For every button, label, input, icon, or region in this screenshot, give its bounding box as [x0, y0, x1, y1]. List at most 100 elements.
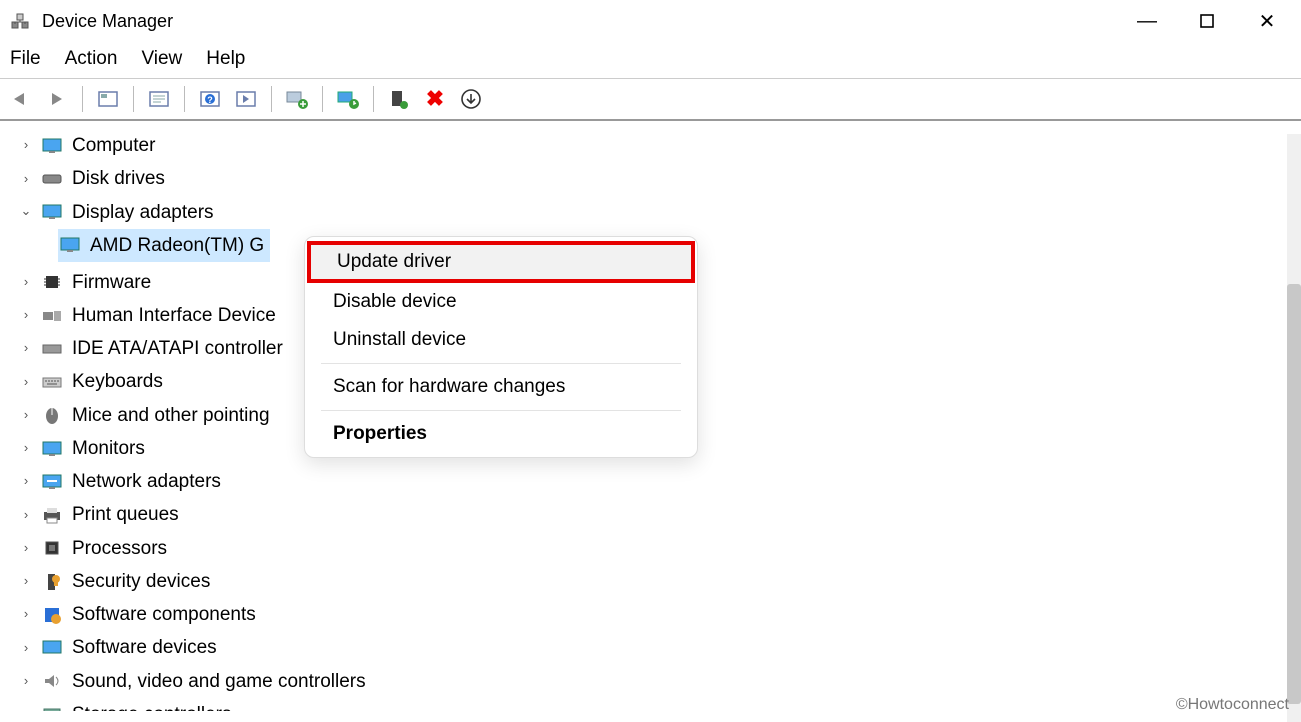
toolbar: ? ✖ [0, 79, 1301, 121]
tree-label: Security devices [72, 565, 210, 598]
tree-item-processors[interactable]: › Processors [20, 532, 1301, 565]
chevron-right-icon[interactable]: › [20, 337, 32, 360]
toolbar-scan-icon[interactable] [233, 86, 259, 112]
window-titlebar: Device Manager — ✕ [0, 0, 1301, 42]
tree-label: Monitors [72, 432, 145, 465]
chevron-right-icon[interactable]: › [20, 570, 32, 593]
context-scan-hardware[interactable]: Scan for hardware changes [305, 368, 697, 406]
tree-label: Computer [72, 129, 155, 162]
security-icon [40, 572, 64, 592]
tree-item-network[interactable]: › Network adapters [20, 465, 1301, 498]
context-uninstall-device[interactable]: Uninstall device [305, 321, 697, 359]
toolbar-help-icon[interactable]: ? [197, 86, 223, 112]
chevron-right-icon[interactable]: › [20, 437, 32, 460]
watermark: ©Howtoconnect [1176, 696, 1289, 714]
toolbar-separator [184, 86, 185, 112]
tree-label: AMD Radeon(TM) G [90, 229, 264, 262]
menubar: File Action View Help [0, 42, 1301, 79]
chip-icon [40, 272, 64, 292]
context-separator [321, 363, 681, 364]
tree-item-disk-drives[interactable]: › Disk drives [20, 162, 1301, 195]
svg-text:?: ? [207, 95, 213, 105]
context-update-driver[interactable]: Update driver [309, 243, 693, 281]
tree-label: Print queues [72, 498, 179, 531]
chevron-right-icon[interactable]: › [20, 670, 32, 693]
chevron-right-icon[interactable]: › [20, 470, 32, 493]
menu-action[interactable]: Action [65, 48, 118, 70]
chevron-down-icon[interactable]: ⌄ [20, 200, 32, 223]
window-title: Device Manager [42, 11, 1117, 32]
toolbar-disable-x-icon[interactable]: ✖ [422, 86, 448, 112]
tree-item-display-adapters[interactable]: ⌄ Display adapters [20, 196, 1301, 229]
tree-label: Processors [72, 532, 167, 565]
tree-item-storage[interactable]: › Storage controllers [20, 698, 1301, 711]
tree-item-sound[interactable]: › Sound, video and game controllers [20, 665, 1301, 698]
component-icon [40, 605, 64, 625]
speaker-icon [40, 671, 64, 691]
toolbar-down-icon[interactable] [458, 86, 484, 112]
tree-label: Software devices [72, 631, 217, 664]
chevron-right-icon[interactable]: › [20, 637, 32, 660]
toolbar-update-icon[interactable] [335, 86, 361, 112]
toolbar-add-icon[interactable] [284, 86, 310, 112]
chevron-right-icon[interactable]: › [20, 537, 32, 560]
forward-icon[interactable] [44, 86, 70, 112]
toolbar-separator [133, 86, 134, 112]
chevron-right-icon[interactable]: › [20, 304, 32, 327]
toolbar-separator [373, 86, 374, 112]
tree-item-sw-devices[interactable]: › Software devices [20, 631, 1301, 664]
tree-label: Display adapters [72, 196, 214, 229]
vertical-scrollbar[interactable] [1287, 134, 1301, 722]
tree-label: Network adapters [72, 465, 221, 498]
chevron-right-icon[interactable]: › [20, 603, 32, 626]
tree-label: IDE ATA/ATAPI controller [72, 332, 283, 365]
ide-icon [40, 339, 64, 359]
menu-view[interactable]: View [141, 48, 182, 70]
toolbar-separator [82, 86, 83, 112]
chevron-right-icon[interactable]: › [20, 404, 32, 427]
disk-icon [40, 169, 64, 189]
tree-label: Storage controllers [72, 698, 231, 711]
tree-label: Human Interface Device [72, 299, 276, 332]
menu-file[interactable]: File [10, 48, 41, 70]
context-properties[interactable]: Properties [305, 415, 697, 453]
close-button[interactable]: ✕ [1237, 3, 1297, 39]
chevron-right-icon[interactable]: › [20, 504, 32, 527]
chevron-right-icon[interactable]: › [20, 371, 32, 394]
tree-item-computer[interactable]: › Computer [20, 129, 1301, 162]
tree-item-sw-components[interactable]: › Software components [20, 598, 1301, 631]
chevron-right-icon[interactable]: › [20, 703, 32, 711]
tree-item-amd-radeon[interactable]: AMD Radeon(TM) G [58, 229, 270, 262]
tree-item-security[interactable]: › Security devices [20, 565, 1301, 598]
context-disable-device[interactable]: Disable device [305, 283, 697, 321]
menu-help[interactable]: Help [206, 48, 245, 70]
hid-icon [40, 306, 64, 326]
app-icon [8, 9, 32, 33]
printer-icon [40, 505, 64, 525]
storage-icon [40, 705, 64, 712]
toolbar-separator [322, 86, 323, 112]
display-adapter-icon [58, 235, 82, 255]
tree-label: Disk drives [72, 162, 165, 195]
network-icon [40, 472, 64, 492]
tree-label: Mice and other pointing [72, 399, 270, 432]
minimize-button[interactable]: — [1117, 3, 1177, 39]
keyboard-icon [40, 372, 64, 392]
chevron-right-icon[interactable]: › [20, 168, 32, 191]
software-icon [40, 638, 64, 658]
back-icon[interactable] [8, 86, 34, 112]
cpu-icon [40, 538, 64, 558]
context-menu: Update driver Disable device Uninstall d… [304, 236, 698, 458]
toolbar-show-hidden-icon[interactable] [95, 86, 121, 112]
scrollbar-thumb[interactable] [1287, 284, 1301, 704]
chevron-right-icon[interactable]: › [20, 271, 32, 294]
tree-label: Sound, video and game controllers [72, 665, 366, 698]
tree-item-print[interactable]: › Print queues [20, 498, 1301, 531]
monitor-icon [40, 439, 64, 459]
toolbar-properties-icon[interactable] [146, 86, 172, 112]
chevron-right-icon[interactable]: › [20, 134, 32, 157]
maximize-button[interactable] [1177, 3, 1237, 39]
toolbar-uninstall-icon[interactable] [386, 86, 412, 112]
display-adapter-icon [40, 202, 64, 222]
mouse-icon [40, 405, 64, 425]
